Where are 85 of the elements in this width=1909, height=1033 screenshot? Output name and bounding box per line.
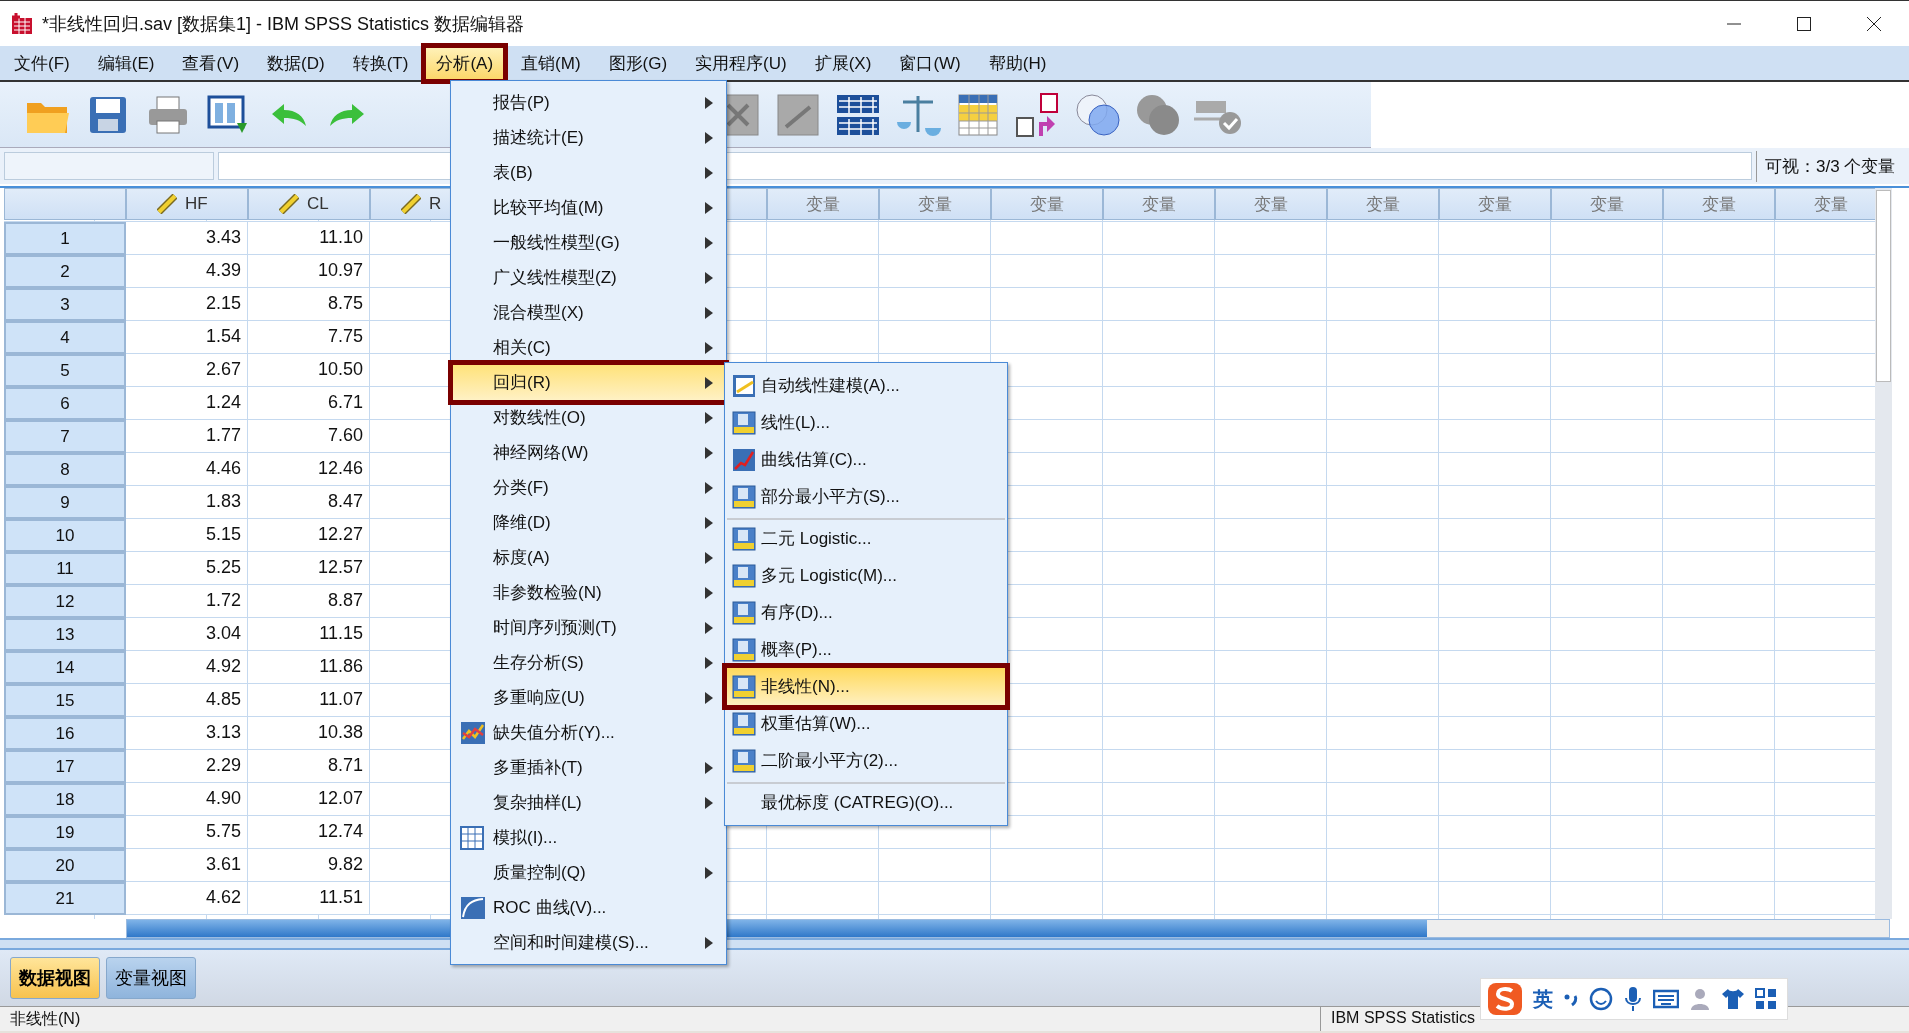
menu-item[interactable]: 复杂抽样(L) [453, 785, 724, 820]
column-header[interactable]: 变量 [879, 188, 991, 220]
view-tab[interactable]: 变量视图 [106, 957, 196, 999]
visible-variables-label: 可视：3/3 个变量 [1756, 150, 1905, 182]
menu-item[interactable]: 曲线估算(C)... [727, 441, 1005, 478]
menu-item[interactable]: 最优标度 (CATREG)(O)... [727, 782, 1005, 821]
menu-item[interactable]: 数据(D) [257, 47, 335, 79]
menu-item[interactable]: 文件(F) [4, 47, 80, 79]
menu-item[interactable]: 广义线性模型(Z) [453, 260, 724, 295]
view-tab[interactable]: 数据视图 [10, 957, 100, 999]
row-number[interactable]: 16 [4, 717, 126, 750]
menu-item[interactable]: 时间序列预测(T) [453, 610, 724, 645]
menu-item[interactable]: 图形(G) [598, 47, 678, 79]
menu-item[interactable]: 转换(T) [342, 47, 419, 79]
input-mode[interactable]: 英 [1533, 985, 1553, 1013]
row-number[interactable]: 11 [4, 552, 126, 585]
menu-item[interactable]: 模拟(I)... [453, 820, 724, 855]
row-number[interactable]: 9 [4, 486, 126, 519]
row-number[interactable]: 14 [4, 651, 126, 684]
column-header[interactable]: 变量 [767, 188, 879, 220]
window-title: *非线性回归.sav [数据集1] - IBM SPSS Statistics 数据编辑器 [42, 12, 525, 36]
row-number[interactable]: 12 [4, 585, 126, 618]
menu-item[interactable]: 分类(F) [453, 470, 724, 505]
menu-item[interactable]: 相关(C) [453, 330, 724, 365]
row-number[interactable]: 4 [4, 321, 126, 354]
menu-item[interactable]: 二阶最小平方(2)... [727, 742, 1005, 779]
menu-item[interactable]: 直销(M) [511, 47, 591, 79]
menu-item[interactable]: ROC 曲线(V)... [453, 890, 724, 925]
menu-item[interactable]: 质量控制(Q) [453, 855, 724, 890]
row-number[interactable]: 10 [4, 519, 126, 552]
menu-item[interactable]: 标度(A) [453, 540, 724, 575]
menu-item[interactable]: 多重响应(U) [453, 680, 724, 715]
row-number[interactable]: 13 [4, 618, 126, 651]
row-number[interactable]: 1 [4, 222, 126, 255]
menu-item[interactable]: 多重插补(T) [453, 750, 724, 785]
menu-item[interactable]: 线性(L)... [727, 404, 1005, 441]
menu-item[interactable]: 多元 Logistic(M)... [727, 557, 1005, 594]
row-number[interactable]: 2 [4, 255, 126, 288]
menu-item[interactable]: 窗口(W) [889, 47, 971, 79]
menu-item[interactable]: 缺失值分析(Y)... [453, 715, 724, 750]
row-number[interactable]: 20 [4, 849, 126, 882]
column-header[interactable]: 变量 [1551, 188, 1663, 220]
column-header[interactable]: 变量 [1439, 188, 1551, 220]
menu-item[interactable]: 有序(D)... [727, 594, 1005, 631]
column-header[interactable]: 变量 [1215, 188, 1327, 220]
row-number[interactable]: 3 [4, 288, 126, 321]
row-number[interactable]: 6 [4, 387, 126, 420]
menu-item[interactable]: 实用程序(U) [685, 47, 797, 79]
column-header[interactable]: 变量 [1663, 188, 1775, 220]
menu-item[interactable]: 查看(V) [172, 47, 250, 79]
column-header[interactable]: HF [126, 188, 248, 220]
column-header[interactable]: 变量 [1103, 188, 1215, 220]
row-number[interactable]: 7 [4, 420, 126, 453]
menu-item[interactable]: 生存分析(S) [453, 645, 724, 680]
menu-item[interactable]: 非参数检验(N) [453, 575, 724, 610]
menu-item[interactable]: 描述统计(E) [453, 120, 724, 155]
menu-item[interactable]: 一般线性模型(G) [453, 225, 724, 260]
menu-item[interactable]: 权重估算(W)... [727, 705, 1005, 742]
menu-item[interactable]: 自动线性建模(A)... [727, 367, 1005, 404]
row-number[interactable]: 21 [4, 882, 126, 915]
menu-item[interactable]: 对数线性(O) [453, 400, 724, 435]
menu-item[interactable]: 二元 Logistic... [727, 518, 1005, 557]
menu-item[interactable]: 编辑(E) [87, 47, 165, 79]
status-text: 非线性(N) [10, 1010, 81, 1027]
row-number[interactable]: 15 [4, 684, 126, 717]
column-header[interactable]: CL [248, 188, 370, 220]
menu-item[interactable]: 部分最小平方(S)... [727, 478, 1005, 515]
row-number[interactable]: 5 [4, 354, 126, 387]
column-header[interactable]: 变量 [991, 188, 1103, 220]
menu-item[interactable]: 扩展(X) [804, 47, 882, 79]
status-text: IBM SPSS Statistics [1331, 1009, 1476, 1026]
menu-item[interactable]: 降维(D) [453, 505, 724, 540]
menu-item[interactable]: 概率(P)... [727, 631, 1005, 668]
menu-item[interactable]: 混合模型(X) [453, 295, 724, 330]
menu-item[interactable]: 报告(P) [453, 85, 724, 120]
row-number[interactable]: 18 [4, 783, 126, 816]
menu-item[interactable]: 表(B) [453, 155, 724, 190]
column-header[interactable]: 变量 [1327, 188, 1439, 220]
row-number[interactable]: 8 [4, 453, 126, 486]
row-number[interactable]: 17 [4, 750, 126, 783]
menu-item[interactable]: 神经网络(W) [453, 435, 724, 470]
row-number[interactable]: 19 [4, 816, 126, 849]
menu-item[interactable]: 帮助(H) [978, 47, 1057, 79]
column-header[interactable]: 变量 [1775, 188, 1875, 220]
menu-item[interactable]: 空间和时间建模(S)... [453, 925, 724, 960]
